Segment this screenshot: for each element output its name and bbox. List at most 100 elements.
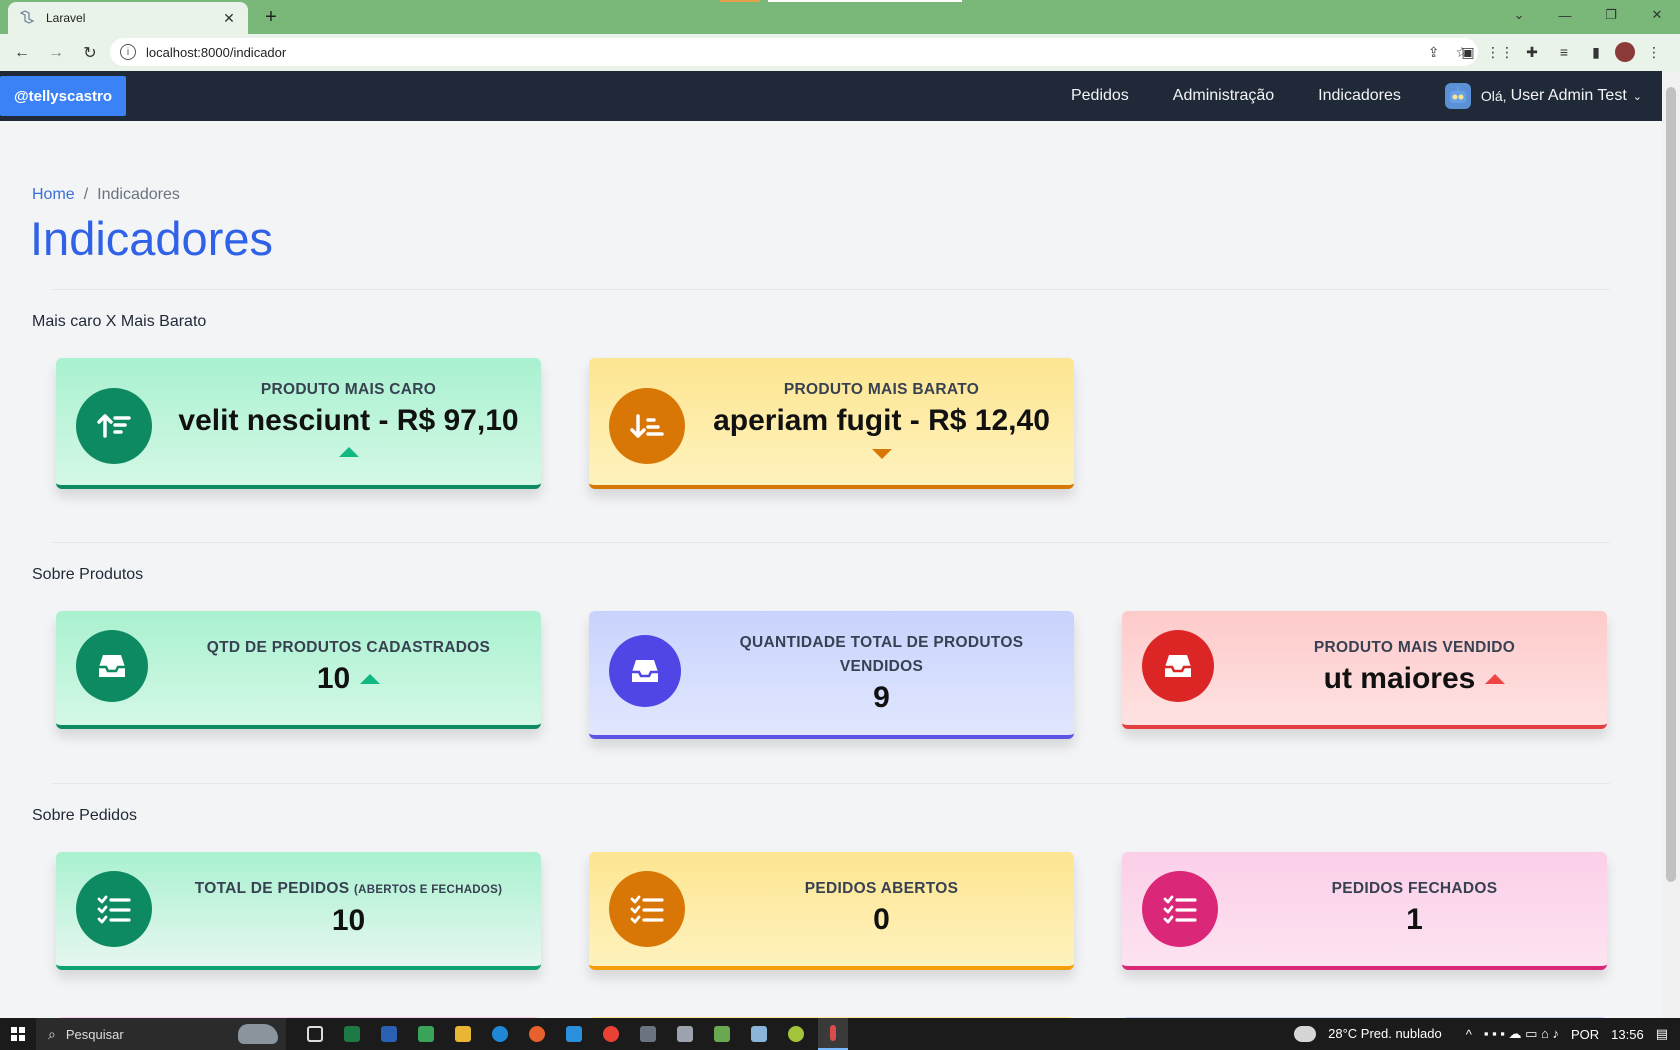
notepad-icon[interactable] [744, 1018, 774, 1050]
card-registered-products: QTD DE PRODUTOS CADASTRADOS 10 [56, 611, 541, 729]
windows-logo-icon [11, 1027, 25, 1041]
apps-grid-icon[interactable]: ⋮⋮ [1486, 39, 1514, 65]
new-tab-button[interactable]: + [258, 4, 284, 30]
active-app-icon[interactable] [818, 1018, 848, 1050]
brand-button[interactable]: @tellyscastro [0, 76, 127, 116]
media-queue-icon[interactable]: ≡ [1551, 39, 1577, 65]
calculator-icon[interactable] [633, 1018, 663, 1050]
inbox-icon [76, 630, 148, 702]
minimize-button[interactable]: — [1542, 0, 1588, 30]
lambda-app-icon[interactable] [707, 1018, 737, 1050]
sort-ascending-icon [76, 388, 152, 464]
divider [52, 289, 1610, 290]
checklist-icon [1142, 871, 1218, 947]
taskbar-apps [300, 1018, 855, 1050]
extension-icon[interactable]: ▣ [1455, 39, 1481, 65]
url-text[interactable]: localhost:8000/indicador [146, 45, 1412, 60]
tab-close-icon[interactable]: ✕ [220, 10, 238, 27]
breadcrumb-separator: / [83, 186, 89, 203]
card-body: PEDIDOS FECHADOS 1 [1232, 877, 1597, 939]
breadcrumb-home[interactable]: Home [32, 186, 75, 204]
card-body: QTD DE PRODUTOS CADASTRADOS 10 [166, 636, 531, 698]
tray-chevron-up-icon[interactable]: ^ [1466, 1027, 1472, 1042]
trend-up-icon [338, 447, 359, 457]
side-panel-icon[interactable]: ▮ [1583, 39, 1609, 65]
word-icon[interactable] [374, 1018, 404, 1050]
weather-cloud-icon [1294, 1026, 1317, 1043]
file-explorer-icon[interactable] [448, 1018, 478, 1050]
card-value: 0 [873, 903, 890, 936]
restore-button[interactable]: ❐ [1588, 0, 1634, 30]
language-indicator[interactable]: POR [1571, 1027, 1599, 1042]
card-label: QTD DE PRODUTOS CADASTRADOS [206, 639, 491, 656]
windows-taskbar: ⌕ Pesquisar 28°C Pred. nublado ^ ▪ ▪ ▪ ☁… [0, 1018, 1680, 1050]
tab-strip-accent-2 [768, 0, 962, 2]
robot-avatar-icon [1444, 83, 1471, 109]
weather-widget[interactable]: 28°C Pred. nublado [1294, 1026, 1454, 1043]
card-best-seller: PRODUTO MAIS VENDIDO ut maiores [1122, 611, 1607, 729]
trend-up-icon [1485, 674, 1506, 684]
card-label: PRODUTO MAIS BARATO [783, 381, 980, 398]
edge-icon[interactable] [485, 1018, 515, 1050]
breadcrumb: Home / Indicadores [32, 186, 180, 204]
tray-apps-icon[interactable]: ▪ ▪ ▪ ☁ ▭ ⌂ ♪ [1484, 1026, 1559, 1042]
card-value: aperiam fugit - R$ 12,40 [713, 404, 1050, 437]
notifications-icon[interactable]: ▤ [1656, 1026, 1668, 1042]
search-icon: ⌕ [48, 1025, 56, 1042]
address-bar[interactable]: i localhost:8000/indicador ⇪ ☆ [110, 38, 1478, 66]
card-label: PRODUTO MAIS VENDIDO [1313, 639, 1516, 656]
vscode-icon[interactable] [559, 1018, 589, 1050]
user-name: User Admin Test [1510, 87, 1627, 104]
user-menu[interactable]: Olá, User Admin Test ⌄ [1444, 83, 1642, 109]
page-scrollbar[interactable] [1662, 71, 1680, 1018]
forward-arrow-icon[interactable]: → [44, 41, 68, 65]
tab-title: Laravel [46, 11, 86, 25]
puzzle-extensions-icon[interactable]: ✚ [1519, 39, 1545, 65]
site-info-icon[interactable]: i [120, 44, 136, 60]
browser-tab[interactable]: Laravel ✕ [8, 2, 248, 34]
photo-app-icon[interactable] [411, 1018, 441, 1050]
system-tray: 28°C Pred. nublado ^ ▪ ▪ ▪ ☁ ▭ ⌂ ♪ POR 1… [1294, 1018, 1680, 1050]
card-label-small: (ABERTOS E FECHADOS) [353, 884, 503, 896]
taskbar-search[interactable]: ⌕ Pesquisar [36, 1018, 286, 1050]
card-value: 1 [1406, 903, 1423, 936]
card-total-sold: QUANTIDADE TOTAL DE PRODUTOS VENDIDOS 9 [589, 611, 1074, 739]
nav-links: Pedidos Administração Indicadores Olá, U… [1071, 71, 1662, 121]
node-app-icon[interactable] [781, 1018, 811, 1050]
divider [52, 542, 1610, 543]
chrome-icon[interactable] [596, 1018, 626, 1050]
profile-avatar-icon[interactable] [1615, 42, 1635, 62]
nav-link-administracao[interactable]: Administração [1173, 87, 1274, 105]
tab-search-icon[interactable]: ⌄ [1496, 0, 1542, 30]
nav-link-pedidos[interactable]: Pedidos [1071, 87, 1129, 105]
chevron-down-icon: ⌄ [1632, 90, 1642, 103]
window-controls: ⌄ — ❐ ✕ [1496, 0, 1680, 30]
card-value: ut maiores [1323, 662, 1476, 695]
start-button[interactable] [0, 1018, 36, 1050]
inbox-icon [609, 635, 681, 707]
reload-icon[interactable]: ↻ [78, 41, 102, 65]
card-open-orders: PEDIDOS ABERTOS 0 [589, 852, 1074, 970]
excel-icon[interactable] [337, 1018, 367, 1050]
laravel-favicon-icon [18, 9, 36, 27]
clock[interactable]: 13:56 [1611, 1027, 1644, 1042]
share-icon[interactable]: ⇪ [1428, 44, 1440, 61]
card-total-orders: TOTAL DE PEDIDOS (ABERTOS E FECHADOS) 10 [56, 852, 541, 970]
card-value-row: ut maiores [1232, 660, 1597, 698]
trend-indicator [699, 446, 1064, 464]
breadcrumb-current: Indicadores [97, 186, 180, 203]
browser-menu-icon[interactable]: ⋮ [1641, 39, 1667, 65]
page-title: Indicadores [30, 212, 273, 265]
close-window-button[interactable]: ✕ [1634, 0, 1680, 30]
divider [52, 783, 1610, 784]
back-arrow-icon[interactable]: ← [10, 41, 34, 65]
card-body: PEDIDOS ABERTOS 0 [699, 877, 1064, 939]
network-tool-icon[interactable] [670, 1018, 700, 1050]
scrollbar-thumb[interactable] [1666, 87, 1676, 882]
nav-link-indicadores[interactable]: Indicadores [1318, 87, 1401, 105]
app-orange-icon[interactable] [522, 1018, 552, 1050]
card-value: 10 [316, 662, 351, 695]
card-body: PRODUTO MAIS VENDIDO ut maiores [1232, 636, 1597, 698]
task-view-icon[interactable] [300, 1018, 330, 1050]
card-value: 9 [873, 681, 890, 714]
